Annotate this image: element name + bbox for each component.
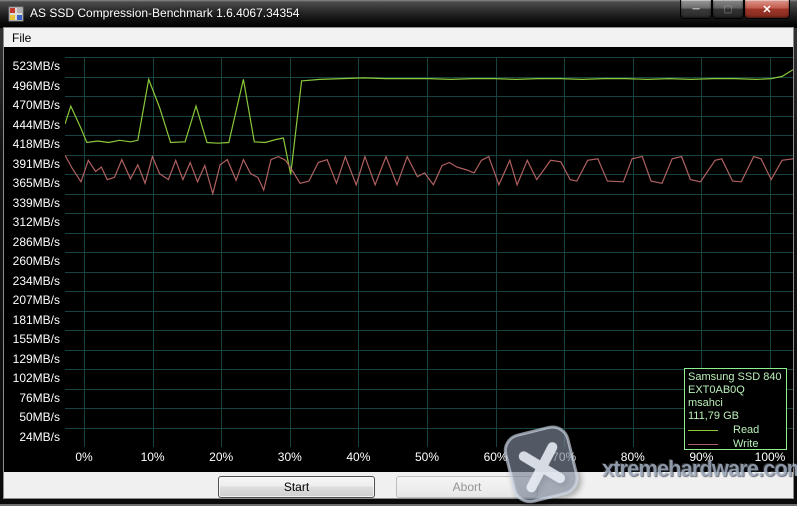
x-tick: 100% bbox=[745, 450, 795, 464]
y-tick: 339MB/s bbox=[4, 194, 60, 214]
app-window: AS SSD Compression-Benchmark 1.6.4067.34… bbox=[0, 0, 797, 506]
read-line-sample bbox=[688, 430, 718, 431]
series-read bbox=[65, 70, 793, 175]
legend-entry-write: Write bbox=[688, 438, 786, 450]
y-tick: 496MB/s bbox=[4, 77, 60, 97]
x-tick: 20% bbox=[196, 450, 246, 464]
y-tick: 181MB/s bbox=[4, 311, 60, 331]
abort-button[interactable]: Abort bbox=[396, 476, 538, 498]
y-tick: 444MB/s bbox=[4, 116, 60, 136]
close-button[interactable]: ✕ bbox=[744, 0, 790, 19]
y-tick: 312MB/s bbox=[4, 213, 60, 233]
y-tick: 207MB/s bbox=[4, 291, 60, 311]
y-tick: 391MB/s bbox=[4, 155, 60, 175]
x-tick: 50% bbox=[402, 450, 452, 464]
x-tick: 70% bbox=[539, 450, 589, 464]
minimize-button[interactable]: ─ bbox=[680, 0, 712, 19]
legend-write-label: Write bbox=[733, 438, 758, 450]
menubar: File bbox=[4, 28, 793, 47]
maximize-icon: ▢ bbox=[723, 4, 732, 15]
y-tick: 260MB/s bbox=[4, 252, 60, 272]
app-icon bbox=[8, 6, 24, 22]
y-tick: 286MB/s bbox=[4, 233, 60, 253]
button-strip: Start Abort bbox=[4, 472, 793, 498]
window-title: AS SSD Compression-Benchmark 1.6.4067.34… bbox=[30, 6, 299, 20]
maximize-button[interactable]: ▢ bbox=[712, 0, 744, 19]
y-tick: 129MB/s bbox=[4, 350, 60, 370]
x-tick: 80% bbox=[608, 450, 658, 464]
close-icon: ✕ bbox=[762, 3, 771, 16]
x-tick: 10% bbox=[128, 450, 178, 464]
legend-device: Samsung SSD 840 bbox=[688, 371, 786, 384]
y-tick: 50MB/s bbox=[4, 408, 60, 428]
write-line-sample bbox=[688, 444, 718, 445]
x-tick: 0% bbox=[59, 450, 109, 464]
x-tick: 40% bbox=[333, 450, 383, 464]
minimize-icon: ─ bbox=[692, 4, 699, 15]
x-tick: 60% bbox=[471, 450, 521, 464]
legend-driver: msahci bbox=[688, 397, 786, 410]
y-tick: 234MB/s bbox=[4, 272, 60, 292]
y-tick: 365MB/s bbox=[4, 174, 60, 194]
y-tick: 523MB/s bbox=[4, 57, 60, 77]
legend-entry-read: Read bbox=[688, 424, 786, 437]
y-tick: 102MB/s bbox=[4, 369, 60, 389]
y-tick: 76MB/s bbox=[4, 389, 60, 409]
titlebar[interactable]: AS SSD Compression-Benchmark 1.6.4067.34… bbox=[0, 0, 797, 28]
y-tick: 24MB/s bbox=[4, 428, 60, 448]
legend-capacity: 111,79 GB bbox=[688, 410, 786, 423]
chart-area: 523MB/s496MB/s470MB/s444MB/s418MB/s391MB… bbox=[4, 47, 793, 472]
x-tick: 30% bbox=[265, 450, 315, 464]
legend-read-label: Read bbox=[733, 424, 759, 437]
legend-firmware: EXT0AB0Q bbox=[688, 384, 786, 397]
y-tick: 155MB/s bbox=[4, 330, 60, 350]
start-button[interactable]: Start bbox=[218, 476, 375, 498]
y-tick: 418MB/s bbox=[4, 135, 60, 155]
legend-box: Samsung SSD 840 EXT0AB0Q msahci 111,79 G… bbox=[684, 368, 787, 450]
x-tick: 90% bbox=[676, 450, 726, 464]
menu-file[interactable]: File bbox=[4, 29, 39, 47]
y-tick: 470MB/s bbox=[4, 96, 60, 116]
window-controls: ─ ▢ ✕ bbox=[680, 0, 790, 19]
client-area: File 523MB/s496MB/s470MB/s444MB/s418MB/s… bbox=[4, 28, 793, 498]
